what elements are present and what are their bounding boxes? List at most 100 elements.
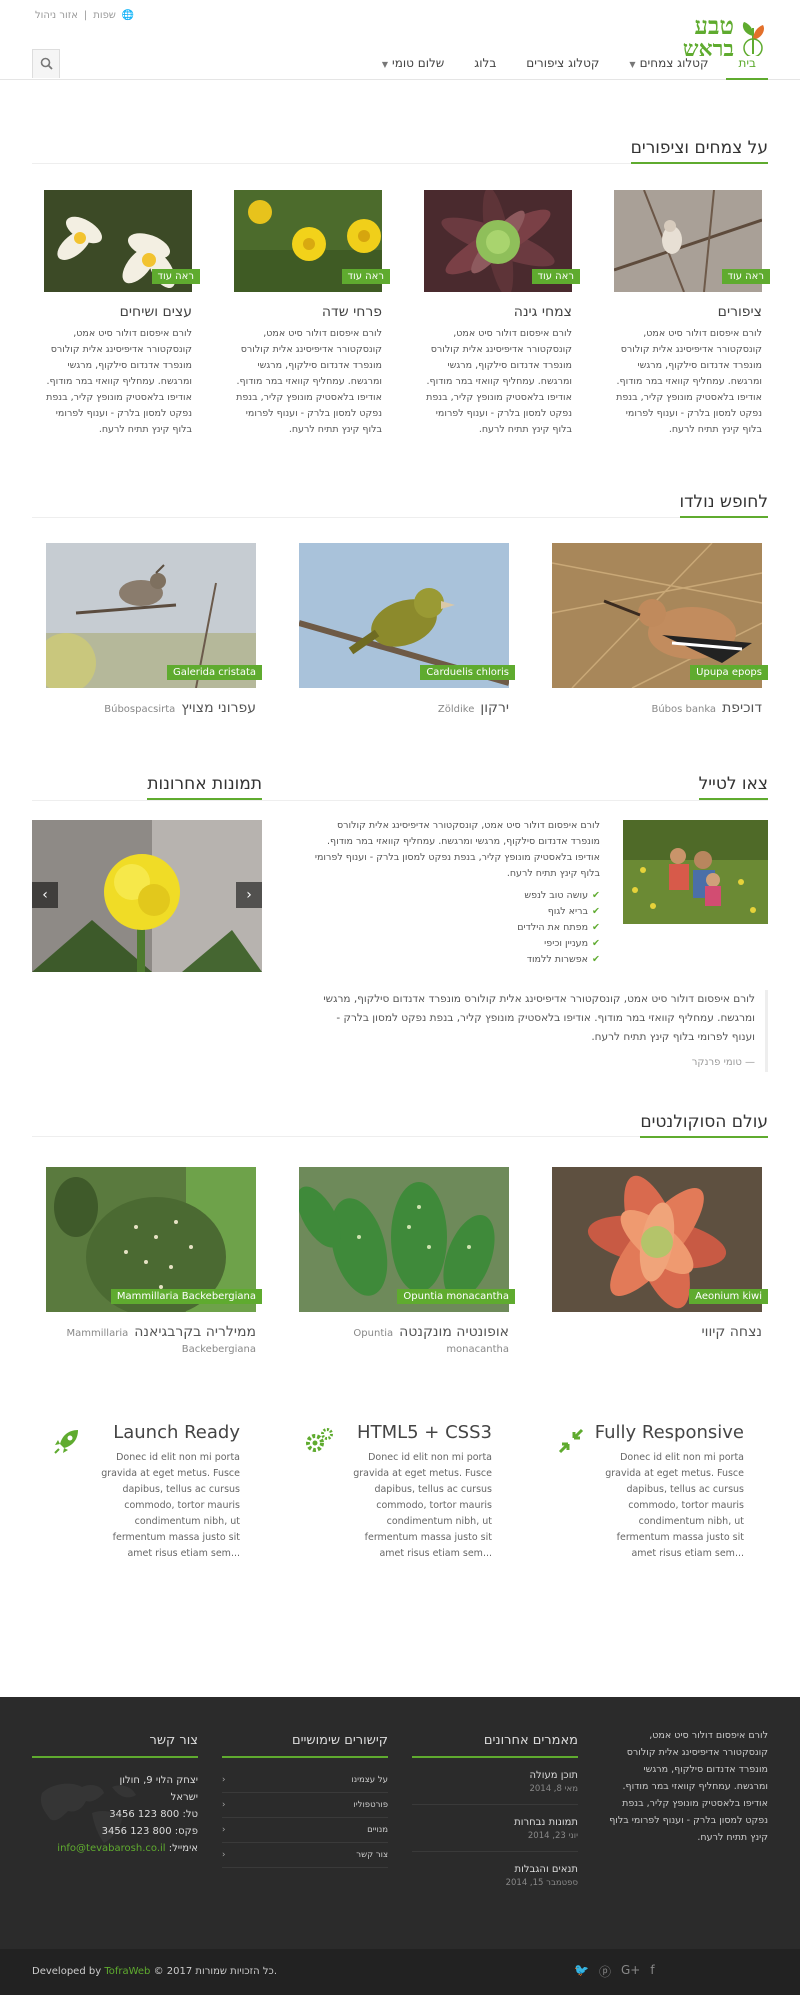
see-more-badge[interactable]: ראה עוד xyxy=(341,269,390,284)
admin-link[interactable]: אזור ניהול xyxy=(35,10,78,21)
succulent-card[interactable]: Aeonium kiwi נצחה קיווי xyxy=(550,1167,768,1340)
see-more-badge[interactable]: ראה עוד xyxy=(151,269,200,284)
nav-blog-label: בלוג xyxy=(474,56,497,70)
nav-home[interactable]: בית xyxy=(726,50,768,80)
footer-recent-posts: מאמרים אחרונים תוכן מעולה מאי 8, 2014 תמו… xyxy=(412,1733,578,1898)
slider-prev-button[interactable]: ‹ xyxy=(32,882,58,908)
kids-in-field-image xyxy=(623,820,768,924)
photo-slider[interactable]: ‹ › xyxy=(32,820,262,972)
footer-link[interactable]: על עצמינו ‹ xyxy=(222,1768,388,1793)
footer-post[interactable]: תוכן מעולה מאי 8, 2014 xyxy=(412,1770,578,1805)
footer-link[interactable]: צור קשר ‹ xyxy=(222,1843,388,1868)
section-divider xyxy=(32,800,768,801)
card-text: לורם איפסום דולור סיט אמט, קונסקטורר אדי… xyxy=(236,328,382,435)
feature-title: Fully Responsive xyxy=(594,1422,744,1443)
footer-link[interactable]: פורטפוליו ‹ xyxy=(222,1793,388,1818)
testimonial-quote: לורם איפסום דולור סיט אמט, קונסקטורר אדי… xyxy=(310,990,768,1072)
developer-link[interactable]: TofraWeb xyxy=(104,1966,150,1977)
succulent-card[interactable]: Opuntia monacantha אופונטיה מונקנטהOpunt… xyxy=(297,1167,515,1356)
footer: לורם איפסום דולור סיט אמט, קונסקטורר אדי… xyxy=(0,1697,800,1949)
search-button[interactable] xyxy=(32,49,60,78)
footer-heading: צור קשר xyxy=(32,1733,198,1758)
nav-user-menu[interactable]: שלום טומי▼ xyxy=(382,50,444,80)
feature-text: Donec id elit non mi porta gravida at eg… xyxy=(353,1452,492,1559)
species-latin: Búbos banka xyxy=(651,704,717,715)
nav-plant-catalog-label: קטלוג צמחים xyxy=(639,56,709,70)
quote-text: לורם איפסום דולור סיט אמט, קונסקטורר אדי… xyxy=(323,993,755,1043)
category-card-wildflowers[interactable]: ראה עוד פרחי שדה לורם איפסום דולור סיט א… xyxy=(232,190,390,438)
gears-icon xyxy=(306,1428,333,1452)
footer-post[interactable]: תנאים והגבלות ספטמבר 15, 2014 xyxy=(412,1864,578,1898)
card-text: לורם איפסום דולור סיט אמט, קונסקטורר אדי… xyxy=(616,328,762,435)
species-name: אופונטיה מונקנטה xyxy=(399,1324,509,1340)
opuntia-image: Opuntia monacantha xyxy=(297,1167,515,1312)
section-title-plants: על צמחים וציפורים xyxy=(630,138,768,164)
species-badge[interactable]: Mammillaria Backebergiana xyxy=(110,1289,262,1304)
bird-card[interactable]: Carduelis chloris ירקון Zöldike xyxy=(297,543,515,716)
footer-heading: קישורים שימושיים xyxy=(222,1733,388,1758)
species-latin: Zöldike xyxy=(437,704,475,715)
twitter-icon[interactable]: 🐦 xyxy=(574,1963,589,1980)
species-latin: Búbospacsirta xyxy=(104,704,176,715)
copyright-text: © 2017 כל הזכויות שמורות. xyxy=(153,1966,278,1977)
chevron-left-icon: ‹ xyxy=(222,1800,226,1810)
nav-blog[interactable]: בלוג xyxy=(474,50,496,80)
contact-email-link[interactable]: info@tevabarosh.co.il xyxy=(57,1843,165,1854)
list-item: ✔אפשרות ללמוד xyxy=(310,952,600,968)
globe-icon: 🌐 xyxy=(121,10,135,21)
category-card-birds[interactable]: ראה עוד ציפורים לורם איפסום דולור סיט אמ… xyxy=(612,189,770,438)
aeonium-image: Aeonium kiwi xyxy=(552,1167,768,1312)
bird-card[interactable]: Galerida cristata עפרוני מצויץ Búbospacsi… xyxy=(36,543,262,716)
footer-bottom-bar: Developed by TofraWeb © 2017 כל הזכויות … xyxy=(0,1949,800,1995)
footer-link[interactable]: מנויים ‹ xyxy=(222,1818,388,1843)
list-item-text: מעניין וכיפי xyxy=(544,938,589,949)
species-caption: ממילריה בקרבגיאנהMammillaria Backebergia… xyxy=(44,1324,257,1356)
species-name: ממילריה בקרבגיאנה xyxy=(134,1324,256,1340)
lang-link[interactable]: שפות xyxy=(93,10,116,21)
card-title: צמחי גינה xyxy=(513,304,572,320)
species-badge[interactable]: Aeonium kiwi xyxy=(689,1289,768,1304)
pinterest-icon[interactable]: ⓟ xyxy=(599,1963,611,1980)
nav-bird-catalog[interactable]: קטלוג ציפורים xyxy=(526,50,599,80)
facebook-icon[interactable]: f xyxy=(650,1963,654,1980)
greenfinch-image: Carduelis chloris xyxy=(298,543,515,688)
link-label: מנויים xyxy=(367,1825,388,1835)
contact-details: יצחק הלוי 9, חולון ישראל טל: 800 123 345… xyxy=(32,1772,198,1857)
utility-links: 🌐 שפות | אזור ניהול xyxy=(32,10,137,21)
search-icon xyxy=(40,57,53,70)
section-title-birds: לחופש נולדו xyxy=(679,492,768,518)
succulent-card[interactable]: Mammillaria Backebergiana ממילריה בקרבגי… xyxy=(44,1167,262,1356)
see-more-badge[interactable]: ראה עוד xyxy=(531,269,580,284)
footer-post[interactable]: תמונות נבחרות יוני 23, 2014 xyxy=(412,1817,578,1852)
logo-line1: טבע xyxy=(694,11,734,40)
google-plus-icon[interactable]: G+ xyxy=(621,1963,640,1980)
compress-arrows-icon xyxy=(558,1428,584,1454)
slider-next-button[interactable]: › xyxy=(236,882,262,908)
nav-user-label: שלום טומי xyxy=(392,56,445,70)
check-icon: ✔ xyxy=(592,906,600,917)
list-item: ✔עושה טוב לנפש xyxy=(310,888,600,904)
bird-on-branch-image: ראה עוד xyxy=(613,189,770,293)
feature-title: HTML5 + CSS3 xyxy=(357,1422,492,1443)
util-separator: | xyxy=(83,10,88,21)
species-badge[interactable]: Opuntia monacantha xyxy=(397,1289,515,1304)
see-more-badge[interactable]: ראה עוד xyxy=(721,269,770,284)
species-badge[interactable]: Galerida cristata xyxy=(166,665,262,680)
species-name: נצחה קיווי xyxy=(701,1324,762,1340)
bird-card[interactable]: Upupa epops דוכיפת Búbos banka xyxy=(550,542,768,716)
species-badge[interactable]: Upupa epops xyxy=(690,665,768,680)
crested-lark-image: Galerida cristata xyxy=(36,543,262,693)
feature-text: Donec id elit non mi porta gravida at eg… xyxy=(605,1452,744,1559)
hoopoe-image: Upupa epops xyxy=(551,542,768,689)
category-card-trees-shrubs[interactable]: ראה עוד עצים ושיחים לורם איפסום דולור סי… xyxy=(42,190,200,438)
species-caption: ירקון Zöldike xyxy=(297,700,509,716)
card-title: עצים ושיחים xyxy=(119,304,192,320)
nav-plant-catalog[interactable]: קטלוג צמחים▼ xyxy=(629,50,708,80)
plumeria-image: ראה עוד xyxy=(44,190,200,292)
species-caption: עפרוני מצויץ Búbospacsirta xyxy=(44,700,256,716)
category-card-garden-plants[interactable]: ראה עוד צמחי גינה לורם איפסום דולור סיט … xyxy=(422,187,580,438)
section-title-recent-photos: תמונות אחרונות xyxy=(147,774,262,800)
species-badge[interactable]: Carduelis chloris xyxy=(420,665,515,680)
section-title-succulents: עולם הסוקולנטים xyxy=(640,1112,768,1138)
mammillaria-image: Mammillaria Backebergiana xyxy=(46,1167,262,1317)
